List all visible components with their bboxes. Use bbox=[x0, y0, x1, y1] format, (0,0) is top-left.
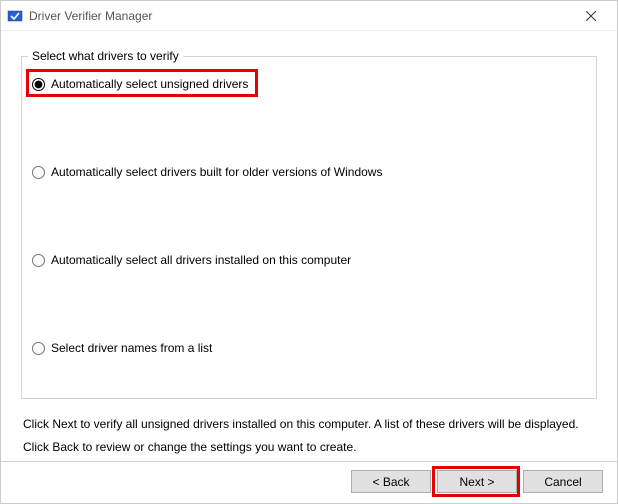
drivers-groupbox: Select what drivers to verify Automatica… bbox=[21, 49, 597, 399]
dialog-window: Driver Verifier Manager Select what driv… bbox=[0, 0, 618, 504]
radio-option-unsigned[interactable]: Automatically select unsigned drivers bbox=[32, 77, 588, 91]
titlebar: Driver Verifier Manager bbox=[1, 1, 617, 31]
radio-unsigned-label: Automatically select unsigned drivers bbox=[51, 77, 248, 91]
radio-older-label: Automatically select drivers built for o… bbox=[51, 165, 382, 179]
radio-list-label: Select driver names from a list bbox=[51, 341, 212, 355]
button-bar: < Back Next > Cancel bbox=[1, 461, 617, 503]
instructions: Click Next to verify all unsigned driver… bbox=[21, 399, 597, 459]
radio-list-input[interactable] bbox=[32, 342, 45, 355]
radio-option-all[interactable]: Automatically select all drivers install… bbox=[32, 253, 588, 267]
window-title: Driver Verifier Manager bbox=[29, 9, 571, 23]
radio-list: Automatically select unsigned drivers Au… bbox=[22, 63, 596, 355]
radio-unsigned-input[interactable] bbox=[32, 78, 45, 91]
radio-all-label: Automatically select all drivers install… bbox=[51, 253, 351, 267]
groupbox-legend: Select what drivers to verify bbox=[28, 49, 183, 63]
next-button[interactable]: Next > bbox=[437, 470, 517, 493]
instruction-line-1: Click Next to verify all unsigned driver… bbox=[23, 413, 595, 436]
close-button[interactable] bbox=[571, 1, 611, 31]
radio-all-input[interactable] bbox=[32, 254, 45, 267]
radio-option-list[interactable]: Select driver names from a list bbox=[32, 341, 588, 355]
instruction-line-2: Click Back to review or change the setti… bbox=[23, 436, 595, 459]
cancel-button[interactable]: Cancel bbox=[523, 470, 603, 493]
radio-option-older[interactable]: Automatically select drivers built for o… bbox=[32, 165, 588, 179]
back-button[interactable]: < Back bbox=[351, 470, 431, 493]
radio-older-input[interactable] bbox=[32, 166, 45, 179]
content-area: Select what drivers to verify Automatica… bbox=[1, 31, 617, 461]
app-icon bbox=[7, 8, 23, 24]
